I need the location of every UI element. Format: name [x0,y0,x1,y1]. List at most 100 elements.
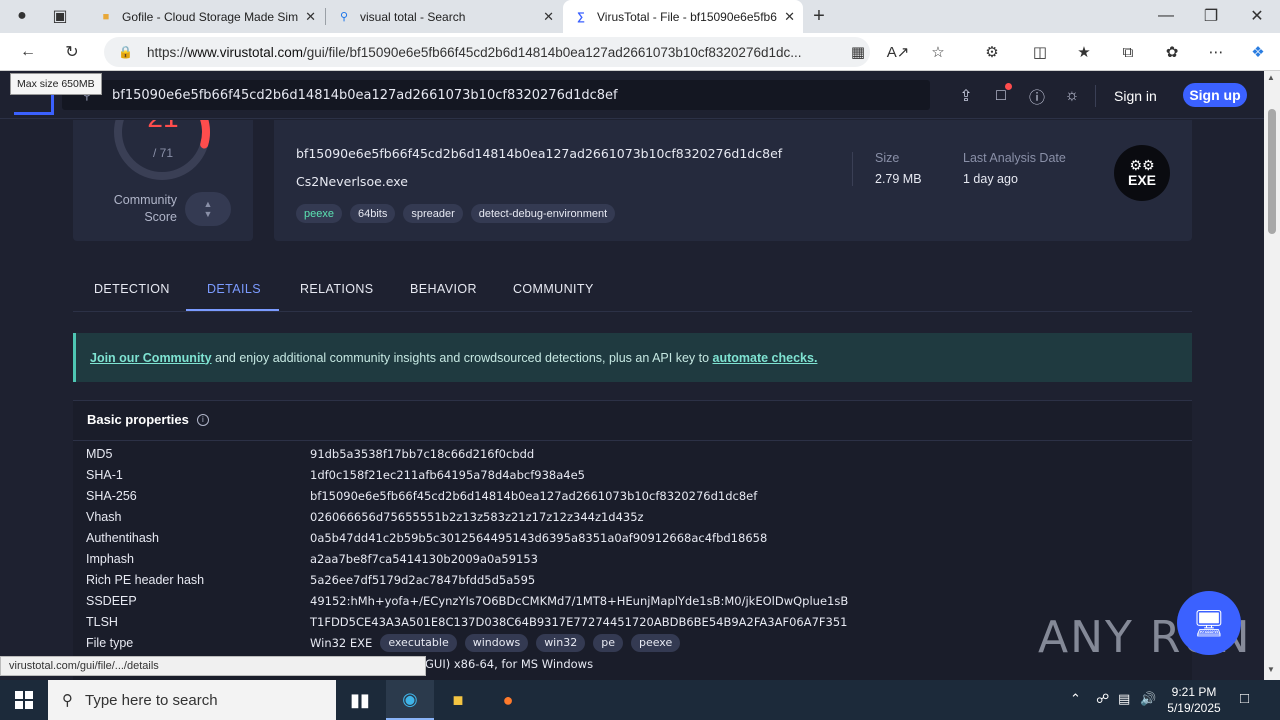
search-value: bf15090e6e5fb66f45cd2b6d14814b0ea127ad26… [112,87,618,103]
notifications-icon[interactable]: □ [1240,690,1249,707]
scroll-thumb[interactable] [1268,109,1276,234]
tab-relations[interactable]: RELATIONS [300,266,374,312]
file-hash: bf15090e6e5fb66f45cd2b6d14814b0ea127ad26… [296,146,783,161]
join-community-link[interactable]: Join our Community [90,351,212,365]
max-size-tooltip: Max size 650MB [10,73,102,95]
system-clock[interactable]: 9:21 PM 5/19/2025 [1156,684,1232,716]
file-name: Cs2Neverlsoe.exe [296,174,408,189]
property-value: GUI) x86-64, for MS Windows [425,656,594,671]
clock-date: 5/19/2025 [1167,701,1221,715]
property-row: TLSH T1FDD5CE43A3A501E8C137D038C64B9317E… [86,611,847,632]
collections-icon[interactable]: ⧉ [1116,40,1140,64]
theme-toggle-icon[interactable]: ☼ [1061,85,1083,107]
info-icon[interactable]: i [196,413,209,426]
browser-tab-virustotal[interactable]: ∑ VirusTotal - File - bf15090e6e5fb6 ✕ [563,0,803,33]
extensions-icon[interactable]: ⚙ [980,40,1004,64]
read-aloud-icon[interactable]: A↗ [886,40,910,64]
upload-icon[interactable]: ⇪ [955,85,977,107]
file-type-value: Win32 EXE [310,635,373,650]
property-key: SHA-256 [86,488,137,503]
performance-icon[interactable]: ✿ [1160,40,1184,64]
meta-divider [852,152,853,186]
lock-icon: 🔒 [118,45,133,59]
file-tag[interactable]: 64bits [349,204,396,223]
file-tags: peexe 64bits spreader detect-debug-envir… [296,204,616,223]
security-icon[interactable]: ☍ [1096,691,1109,707]
close-icon[interactable]: ✕ [305,9,316,25]
scroll-up-icon[interactable]: ▲ [1267,73,1275,82]
virustotal-icon: ∑ [577,10,585,23]
chevron-up-icon[interactable]: ⌃ [1070,691,1081,707]
back-icon[interactable]: ← [14,39,42,65]
property-row: Authentihash 0a5b47dd41c2b59b5c301256449… [86,527,767,548]
file-explorer-icon[interactable]: ■ [434,680,482,720]
window-close-icon[interactable]: ✕ [1243,3,1271,29]
chat-icon[interactable]: □ [990,83,1012,107]
minimize-icon[interactable]: — [1152,3,1180,29]
file-tag[interactable]: peexe [296,204,342,223]
start-button[interactable] [0,680,48,720]
browser-tab-gofile[interactable]: ■ Gofile - Cloud Storage Made Sim ✕ [88,0,324,33]
scroll-down-icon[interactable]: ▼ [1267,665,1275,674]
windows-taskbar: ⚲ Type here to search ▮▮ ◉ ■ ● ⌃ ☍ ▤ 🔊 9… [0,680,1280,720]
network-icon[interactable]: ▤ [1118,691,1130,707]
score-card: 21 / 71 Community Score ▲▼ [73,120,253,241]
property-key: SSDEEP [86,593,137,608]
basic-properties-section: Basic properties i MD5 91db5a3538f17bb7c… [73,400,1192,680]
help-icon[interactable]: ⓘ [1026,85,1048,107]
search-input[interactable]: ⚲ bf15090e6e5fb66f45cd2b6d14814b0ea127ad… [62,80,930,110]
tab-actions-icon[interactable]: ▣ [46,3,74,29]
basic-properties-title: Basic properties i [87,412,209,427]
task-view-icon[interactable]: ▮▮ [336,680,384,720]
file-type-tag[interactable]: win32 [536,633,586,652]
property-row: Imphash a2aa7be8f7ca5414130b2009a0a59153 [86,548,538,569]
tab-detection[interactable]: DETECTION [94,266,170,312]
automate-checks-link[interactable]: automate checks. [713,351,818,365]
more-options-icon[interactable]: ⋯ [1204,40,1228,64]
property-value: 5a26ee7df5179d2ac7847bfdd5d5a595 [310,572,536,587]
sign-up-button[interactable]: Sign up [1183,83,1247,107]
sign-in-button[interactable]: Sign in [1114,85,1157,107]
search-icon: ⚲ [62,692,73,709]
copilot-icon[interactable]: ❖ [1246,40,1270,64]
property-key: SHA-1 [86,467,123,482]
report-tabs: DETECTION DETAILS RELATIONS BEHAVIOR COM… [73,266,1192,312]
last-analysis-label: Last Analysis Date [963,151,1066,165]
favorite-star-icon[interactable]: ☆ [926,40,950,64]
split-screen-icon[interactable]: ◫ [1028,40,1052,64]
property-key: File type [86,635,134,650]
tab-community[interactable]: COMMUNITY [513,266,594,312]
community-vote-widget[interactable]: ▲ ▼ [185,192,231,226]
page-scrollbar[interactable]: ▲ ▼ [1264,71,1280,680]
firefox-icon[interactable]: ● [484,680,532,720]
file-type-tag[interactable]: peexe [630,633,681,652]
edge-browser-icon[interactable]: ◉ [386,680,434,720]
file-type-tag[interactable]: pe [593,633,623,652]
file-type-tag[interactable]: windows [464,633,529,652]
volume-icon[interactable]: 🔊 [1140,691,1156,707]
close-icon[interactable]: ✕ [543,9,554,25]
property-value: a2aa7be8f7ca5414130b2009a0a59153 [310,551,538,566]
close-icon[interactable]: ✕ [784,9,795,25]
property-row: MD5 91db5a3538f17bb7c18c66d216f0cbdd [86,443,534,464]
tab-details[interactable]: DETAILS [207,266,261,312]
windows-logo-icon [15,691,33,709]
file-tag[interactable]: spreader [403,204,463,223]
property-value: 0a5b47dd41c2b59b5c3012564495143d6395a835… [310,530,768,545]
clock-time: 9:21 PM [1171,685,1217,699]
property-value: 91db5a3538f17bb7c18c66d216f0cbdd [310,446,535,461]
profile-icon[interactable]: ● [8,3,36,29]
browser-tab-search[interactable]: ⚲ visual total - Search ✕ [326,0,562,33]
restore-icon[interactable]: ❐ [1197,3,1225,29]
tab-behavior[interactable]: BEHAVIOR [410,266,477,312]
monitor-icon: 🖥 [1192,607,1226,638]
taskbar-search-input[interactable]: ⚲ Type here to search [48,680,336,720]
file-tag[interactable]: detect-debug-environment [470,204,616,223]
refresh-icon[interactable]: ↻ [58,39,86,65]
apps-icon[interactable]: ▦ [846,40,870,64]
favorites-icon[interactable]: ★ [1072,40,1096,64]
url-field[interactable]: 🔒 https://www.virustotal.com/gui/file/bf… [104,37,870,67]
file-type-tag[interactable]: executable [380,633,457,652]
chat-support-button[interactable]: 🖥 [1177,591,1241,655]
new-tab-button[interactable]: + [805,3,833,29]
